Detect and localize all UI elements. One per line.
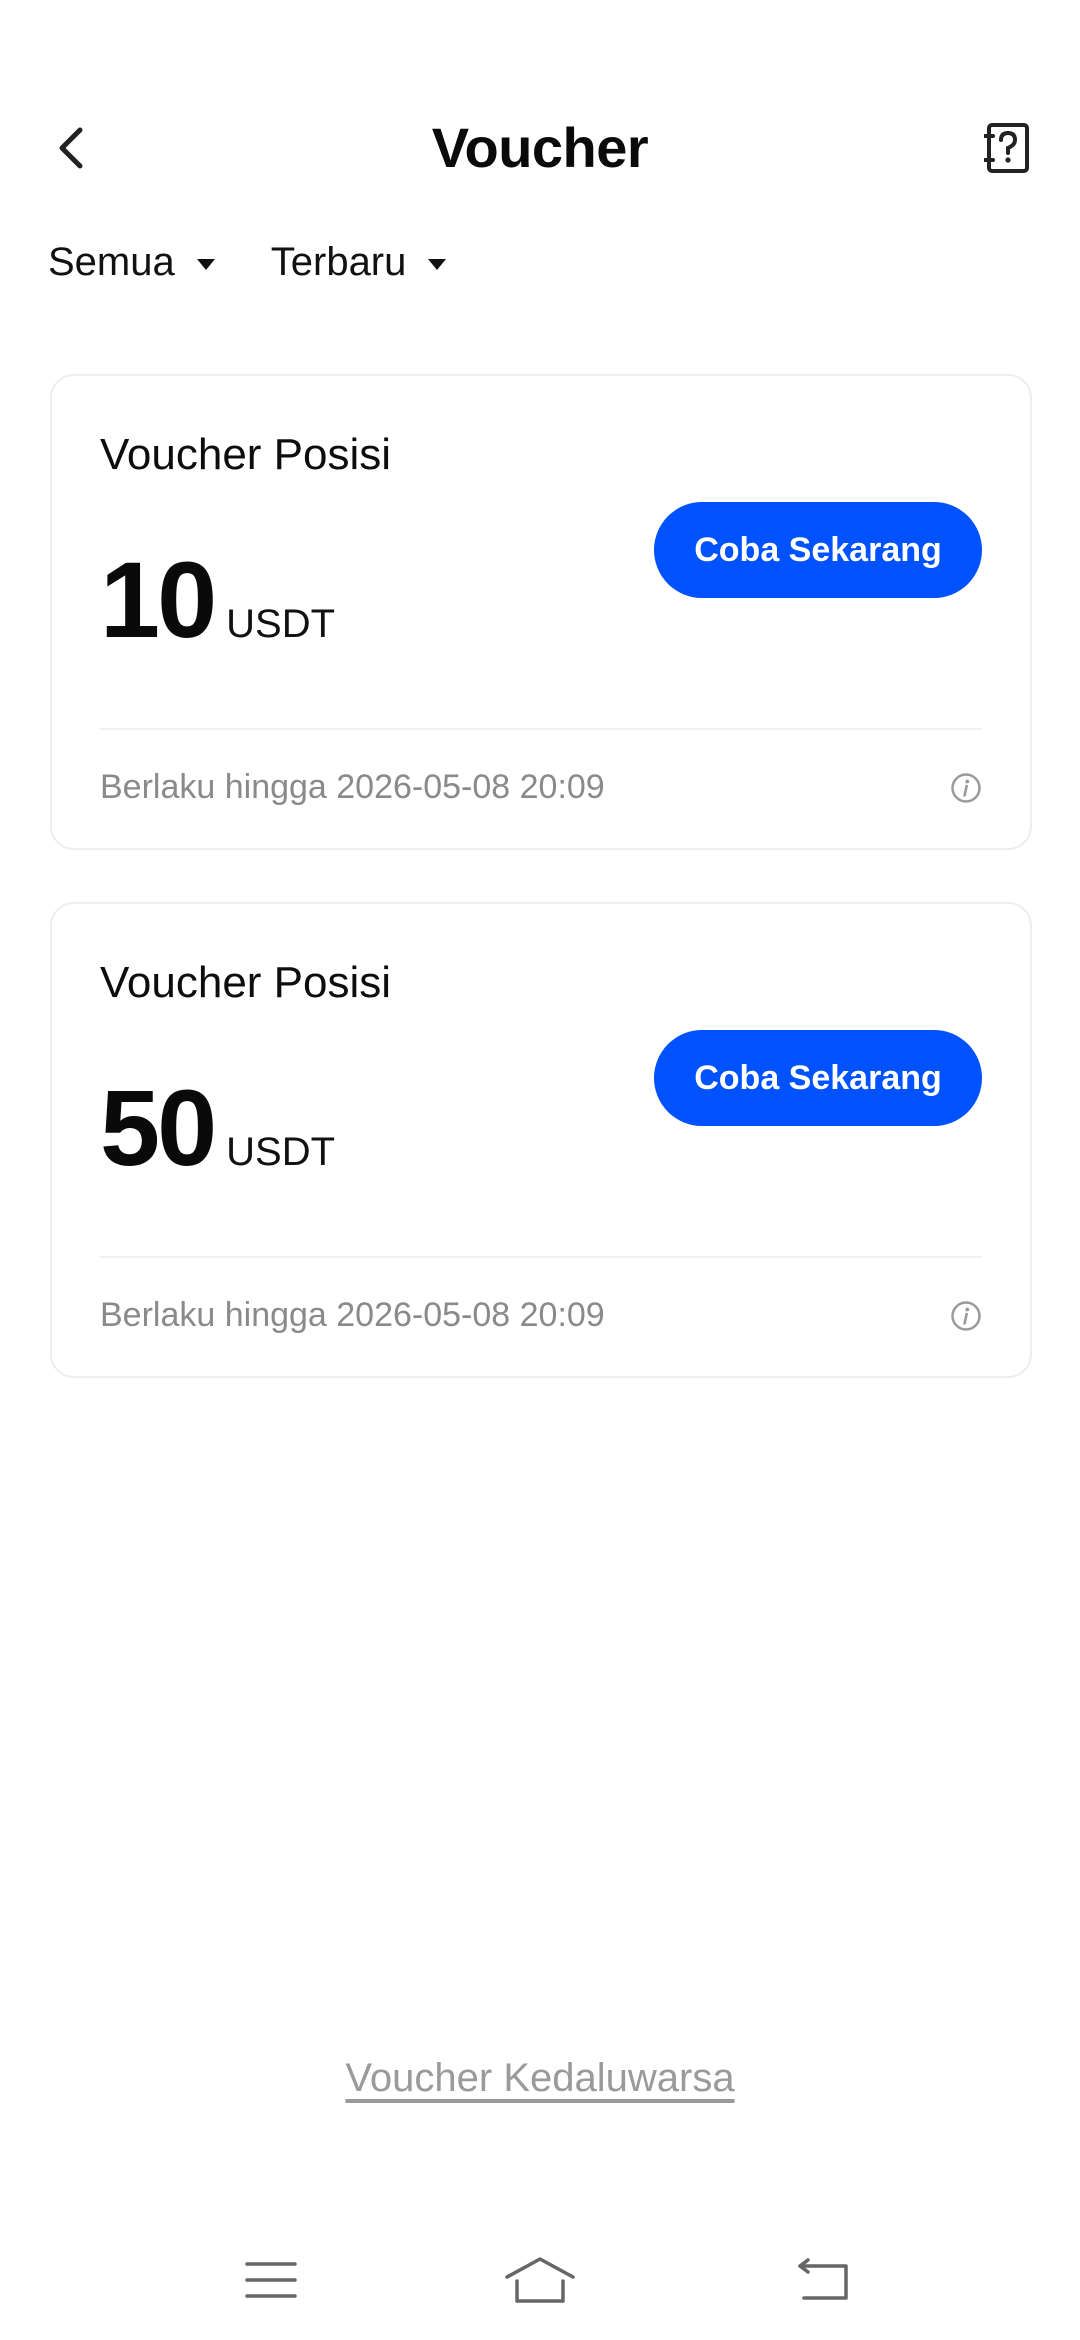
voucher-validity: Berlaku hingga 2026-05-08 20:09 xyxy=(100,768,605,806)
info-icon[interactable] xyxy=(950,772,982,804)
filter-bar: Semua Terbaru xyxy=(48,240,447,285)
voucher-validity: Berlaku hingga 2026-05-08 20:09 xyxy=(100,1296,605,1334)
voucher-amount: 10 xyxy=(100,539,217,660)
voucher-amount-row: 10 USDT xyxy=(100,546,335,654)
voucher-screen: Voucher Semua Terbaru Voucher Posisi 10 … xyxy=(0,0,1080,2340)
home-icon xyxy=(505,2257,575,2303)
expired-vouchers-link[interactable]: Voucher Kedaluwarsa xyxy=(0,2056,1080,2101)
filter-type-label: Semua xyxy=(48,240,175,284)
voucher-currency: USDT xyxy=(226,602,336,646)
back-arrow-icon xyxy=(798,2258,848,2300)
voucher-card: Voucher Posisi 50 USDT Coba Sekarang Ber… xyxy=(50,902,1032,1378)
filter-sort-label: Terbaru xyxy=(270,240,407,284)
page-title: Voucher xyxy=(431,116,649,179)
try-now-button[interactable]: Coba Sekarang xyxy=(654,1030,982,1126)
header: Voucher xyxy=(0,96,1080,206)
filter-sort-dropdown[interactable]: Terbaru xyxy=(271,240,447,285)
menu-lines-icon xyxy=(245,2262,297,2298)
info-icon[interactable] xyxy=(950,1300,982,1332)
voucher-title: Voucher Posisi xyxy=(100,958,392,1007)
help-book-icon xyxy=(984,123,1029,173)
voucher-card: Voucher Posisi 10 USDT Coba Sekarang Ber… xyxy=(50,374,1032,850)
voucher-currency: USDT xyxy=(226,1130,336,1174)
system-back-button[interactable] xyxy=(784,2240,864,2320)
system-menu-button[interactable] xyxy=(231,2240,311,2320)
try-now-button[interactable]: Coba Sekarang xyxy=(654,502,982,598)
help-button[interactable] xyxy=(976,116,1040,180)
voucher-title: Voucher Posisi xyxy=(100,430,392,479)
voucher-amount-row: 50 USDT xyxy=(100,1074,335,1182)
card-divider xyxy=(100,728,982,730)
caret-down-icon xyxy=(428,259,447,270)
system-navigation-bar xyxy=(0,2240,1080,2320)
filter-type-dropdown[interactable]: Semua xyxy=(48,240,215,285)
system-home-button[interactable] xyxy=(500,2240,580,2320)
caret-down-icon xyxy=(196,259,215,270)
card-divider xyxy=(100,1256,982,1258)
voucher-amount: 50 xyxy=(100,1067,217,1188)
